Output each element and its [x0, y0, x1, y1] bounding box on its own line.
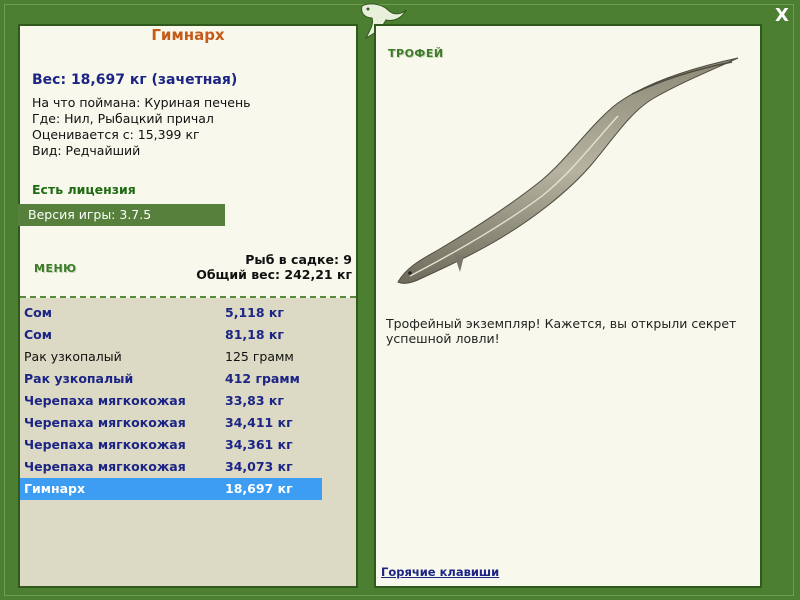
catch-list-item[interactable]: Черепаха мягкокожая 34,073 кг — [20, 456, 322, 478]
catch-item-weight: 33,83 кг — [225, 393, 284, 408]
cage-stats: Рыб в садке: 9 Общий вес: 242,21 кг — [190, 252, 352, 282]
catch-item-weight: 34,411 кг — [225, 415, 293, 430]
fish-name-title: Гимнарх — [151, 26, 225, 44]
catch-item-name: Сом — [24, 327, 52, 342]
location-info: Где: Нил, Рыбацкий причал — [32, 111, 214, 126]
menu-button[interactable]: МЕНЮ — [34, 262, 77, 275]
bait-info: На что поймана: Куриная печень — [32, 95, 251, 110]
catch-item-name: Черепаха мягкокожая — [24, 459, 186, 474]
cage-count: Рыб в садке: 9 — [245, 252, 352, 267]
catch-item-weight: 34,361 кг — [225, 437, 293, 452]
catch-item-weight: 5,118 кг — [225, 305, 284, 320]
catch-item-weight: 125 грамм — [225, 349, 294, 364]
trophy-description: Трофейный экземпляр! Кажется, вы открыли… — [386, 316, 737, 346]
catch-item-name: Гимнарх — [24, 481, 86, 496]
cage-total-weight: Общий вес: 242,21 кг — [196, 267, 352, 282]
catch-item-name: Рак узкопалый — [24, 371, 134, 386]
fish-weight: Вес: 18,697 кг (зачетная) — [32, 72, 238, 88]
catch-item-name: Сом — [24, 305, 52, 320]
catch-item-weight: 412 грамм — [225, 371, 300, 386]
catch-item-name: Черепаха мягкокожая — [24, 393, 186, 408]
license-status: Есть лицензия — [32, 182, 136, 197]
catch-list-item[interactable]: Рак узкопалый 125 грамм — [20, 346, 322, 368]
catch-item-weight: 81,18 кг — [225, 327, 284, 342]
catch-item-name: Черепаха мягкокожая — [24, 437, 186, 452]
close-button[interactable]: X — [770, 4, 794, 28]
catch-item-name: Рак узкопалый — [24, 349, 122, 364]
rarity-info: Вид: Редчайший — [32, 143, 141, 158]
catch-list-item[interactable]: Черепаха мягкокожая 34,411 кг — [20, 412, 322, 434]
catch-item-weight: 34,073 кг — [225, 459, 293, 474]
catch-list: Сом 5,118 кг Сом 81,18 кг Рак узкопалый 125 г… — [20, 302, 322, 500]
catch-item-weight: 18,697 кг — [225, 481, 293, 496]
version-bar: Версия игры: 3.7.5 — [18, 204, 225, 226]
catch-list-item[interactable]: Гимнарх 18,697 кг — [20, 478, 322, 500]
catch-list-item[interactable]: Рак узкопалый 412 грамм — [20, 368, 322, 390]
catch-list-item[interactable]: Черепаха мягкокожая 33,83 кг — [20, 390, 322, 412]
valuation-info: Оценивается с: 15,399 кг — [32, 127, 200, 142]
hotkeys-link[interactable]: Горячие клавиши — [381, 565, 499, 579]
fish-trophy-image — [397, 57, 739, 284]
catch-item-name: Черепаха мягкокожая — [24, 415, 186, 430]
catch-list-item[interactable]: Черепаха мягкокожая 34,361 кг — [20, 434, 322, 456]
catch-list-item[interactable]: Сом 5,118 кг — [20, 302, 322, 324]
catch-list-item[interactable]: Сом 81,18 кг — [20, 324, 322, 346]
